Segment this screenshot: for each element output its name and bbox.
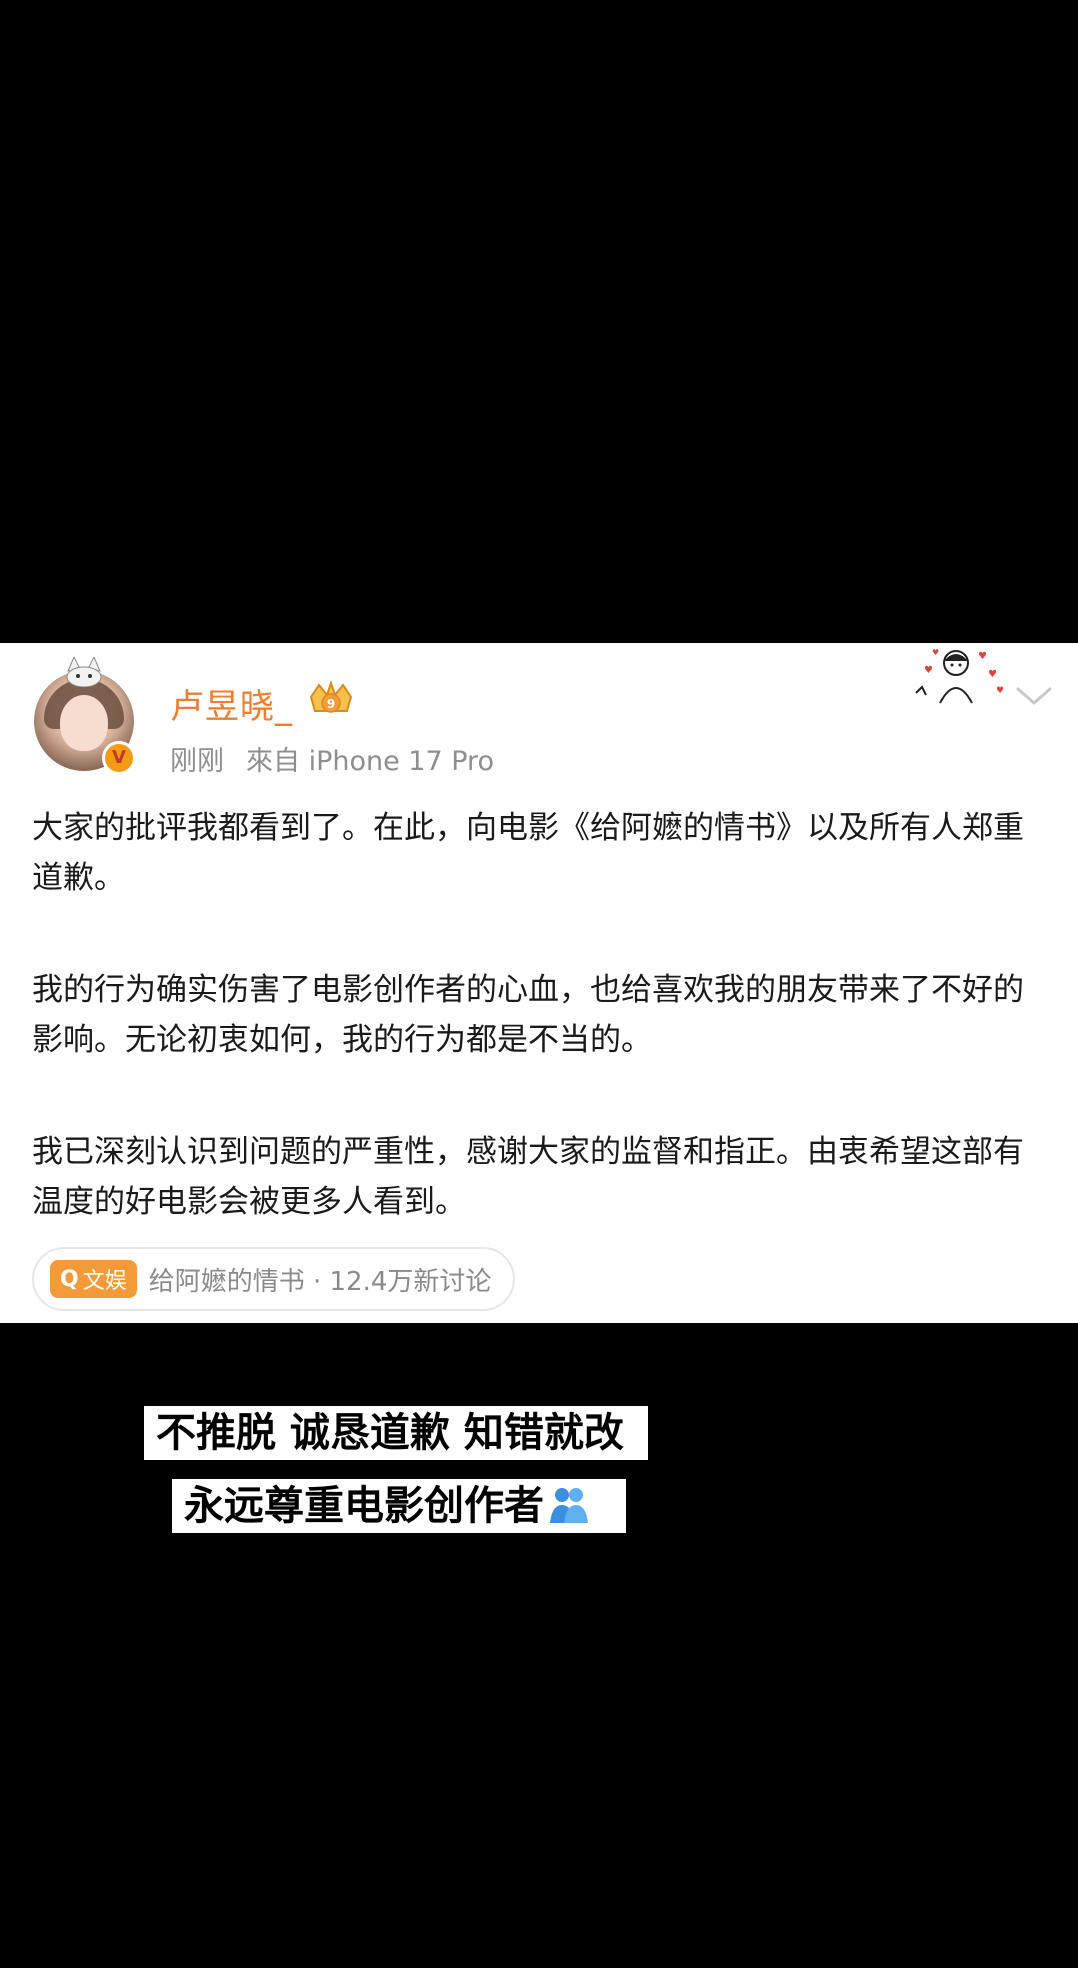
post-paragraph: 我已深刻认识到问题的严重性，感谢大家的监督和指正。由衷希望这部有温度的好电影会被… [32,1134,1024,1220]
svg-text:♥: ♥ [978,651,987,662]
topic-tag: Q 文娱 [50,1260,137,1298]
caption-line-1: 不推脱 诚恳道歉 知错就改 [144,1406,648,1460]
svg-text:♥: ♥ [932,648,939,657]
topic-text: 给阿嬷的情书 · 12.4万新讨论 [148,1266,492,1297]
crown-vip-icon[interactable]: 9 [305,679,357,723]
post-time: 刚刚 [170,746,224,777]
avatar[interactable]: V [34,657,136,775]
username[interactable]: 卢昱晓_ [170,679,293,728]
cartoon-sticker-icon: ♥ ♥ ♥ ♥ ♥ [915,648,1004,704]
caption-line-2-text: 永远尊重电影创作者 [184,1483,544,1529]
chevron-down-icon[interactable] [1014,683,1054,709]
svg-text:9: 9 [327,697,335,711]
post-paragraph: 我的行为确实伤害了电影创作者的心血，也给喜欢我的朋友带来了不好的影响。无论初衷如… [32,972,1024,1058]
topic-link[interactable]: Q 文娱 给阿嬷的情书 · 12.4万新讨论 [32,1247,516,1311]
weibo-post-card: V 卢昱晓_ 9 刚刚 來自 iPhone 17 Pro ♥ ♥ ♥ ♥ ♥ 大家… [0,643,1078,1323]
post-body: 大家的批评我都看到了。在此，向电影《给阿嬷的情书》以及所有人郑重道歉。 我的行为… [32,803,1046,1227]
search-icon: Q [60,1266,79,1292]
cat-ears-decoration-icon [66,657,102,687]
post-source: 來自 iPhone 17 Pro [246,746,495,777]
verified-v-icon: V [102,741,136,775]
post-meta: 刚刚 來自 iPhone 17 Pro [170,739,516,778]
svg-text:♥: ♥ [988,669,997,680]
caption-line-2: 永远尊重电影创作者 [172,1479,626,1533]
topic-tag-label: 文娱 [82,1269,127,1294]
hugging-people-icon [550,1488,588,1523]
svg-text:♥: ♥ [996,686,1004,696]
svg-text:♥: ♥ [924,665,933,676]
post-paragraph: 大家的批评我都看到了。在此，向电影《给阿嬷的情书》以及所有人郑重道歉。 [32,810,1024,896]
